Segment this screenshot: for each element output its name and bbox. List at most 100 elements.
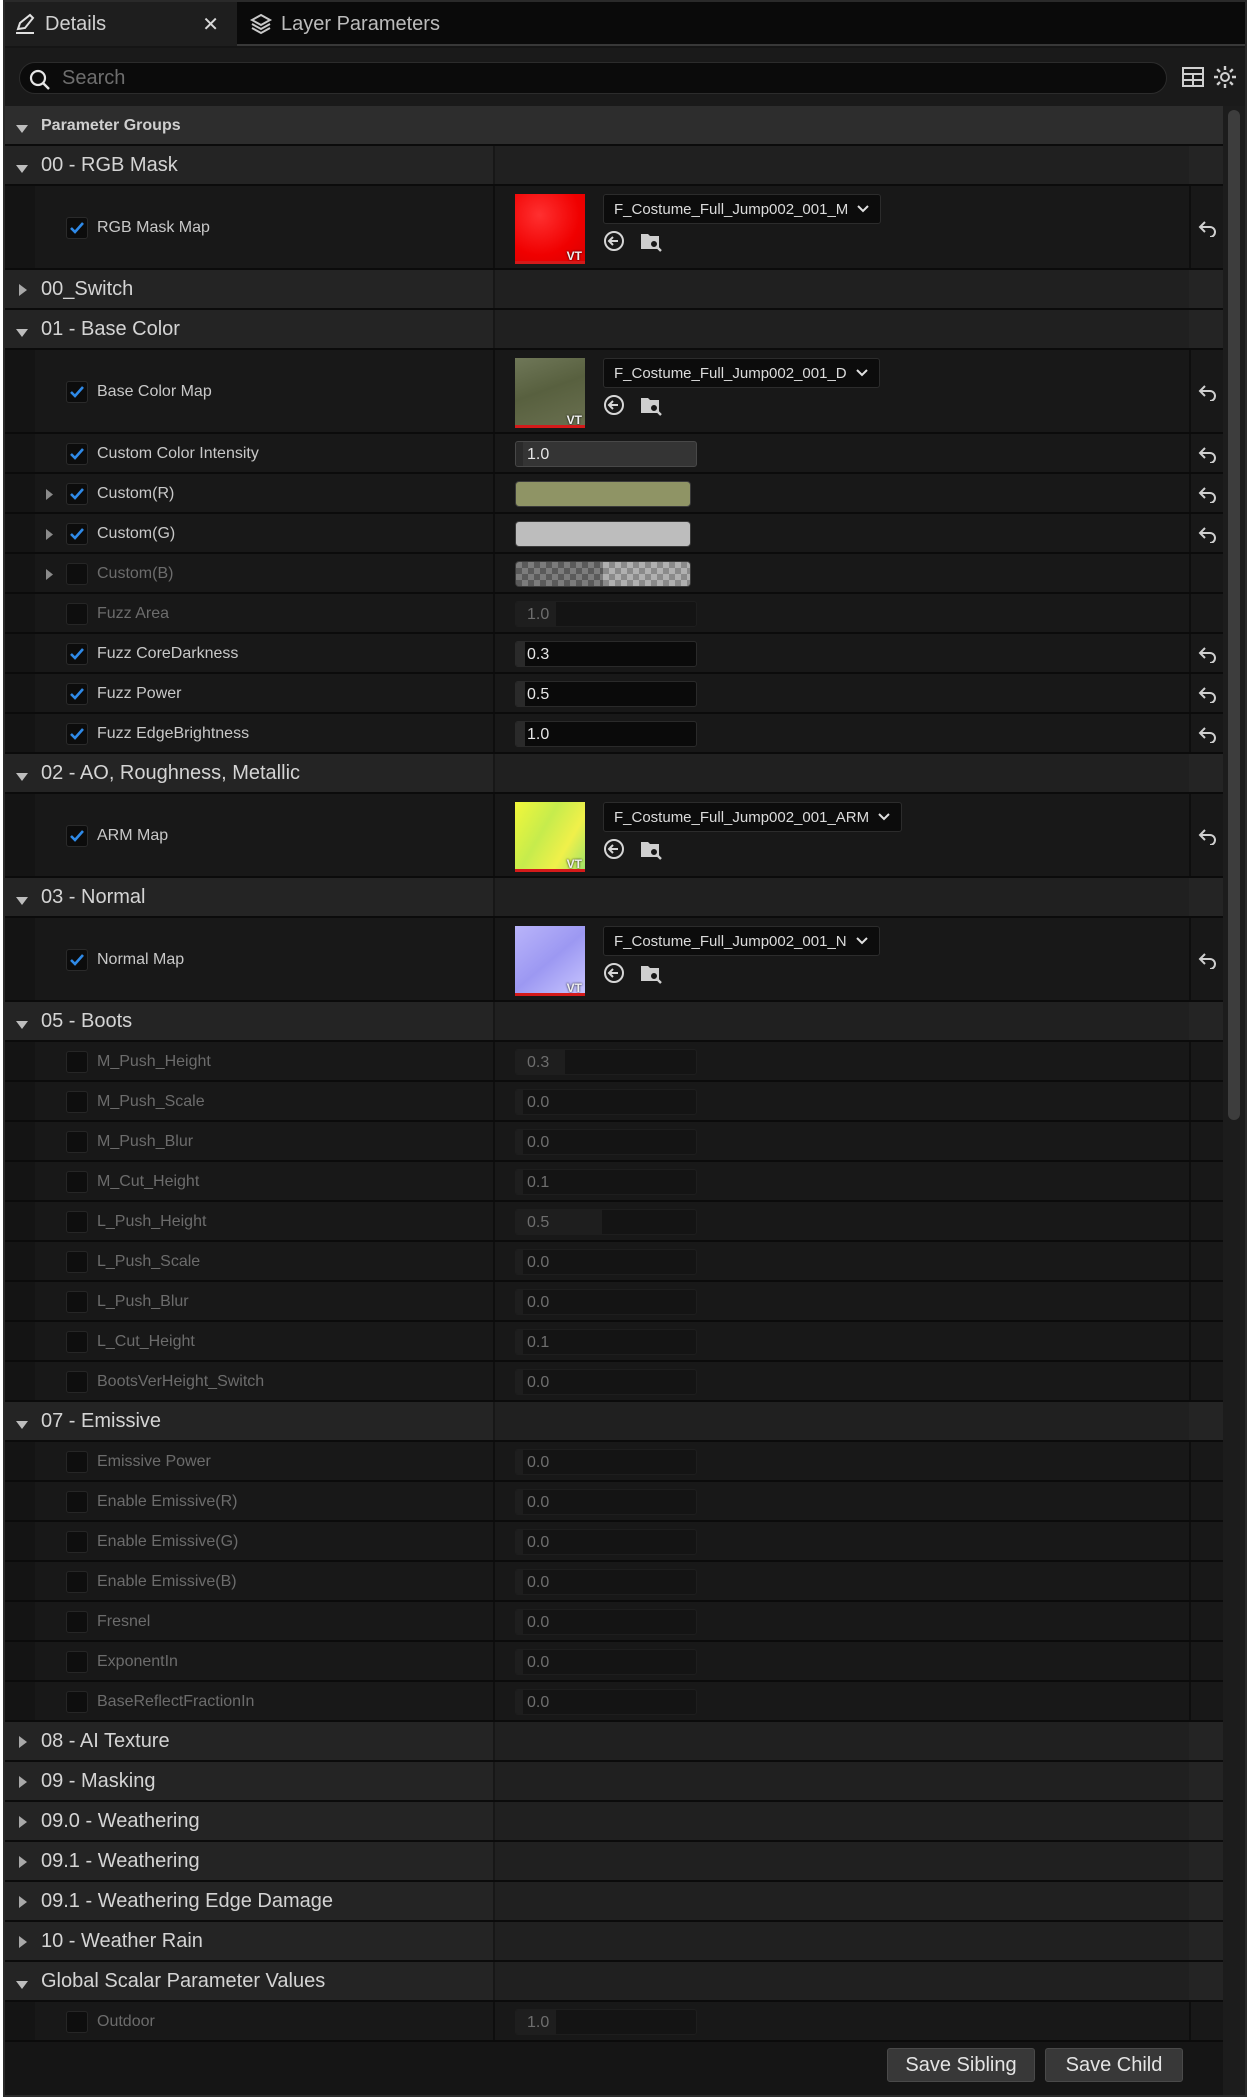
expand-arrow-icon[interactable] <box>18 1895 28 1914</box>
group-row[interactable]: 07 - Emissive <box>5 1402 1223 1442</box>
group-row[interactable]: 03 - Normal <box>5 878 1223 918</box>
scalar-value-box[interactable]: 0.3 <box>515 1049 697 1075</box>
override-checkbox[interactable] <box>66 1051 88 1073</box>
expand-arrow-icon[interactable] <box>45 488 54 506</box>
collapse-arrow-icon[interactable] <box>15 325 29 343</box>
override-checkbox[interactable] <box>66 381 88 403</box>
scalar-value-box[interactable]: 0.0 <box>515 1689 697 1715</box>
scalar-value-box[interactable]: 1.0 <box>515 441 697 467</box>
group-row[interactable]: 09 - Masking <box>5 1762 1223 1802</box>
scalar-value-box[interactable]: 0.0 <box>515 1489 697 1515</box>
expand-arrow-icon[interactable] <box>18 1815 28 1834</box>
override-checkbox[interactable] <box>66 2011 88 2033</box>
scrollbar-thumb[interactable] <box>1228 110 1240 1120</box>
override-checkbox[interactable] <box>66 1171 88 1193</box>
override-checkbox[interactable] <box>66 1091 88 1113</box>
group-row[interactable]: 00 - RGB Mask <box>5 146 1223 186</box>
browse-asset-icon[interactable] <box>639 230 663 257</box>
search-box[interactable] <box>19 62 1167 94</box>
group-row[interactable]: 10 - Weather Rain <box>5 1922 1223 1962</box>
asset-picker[interactable]: F_Costume_Full_Jump002_001_D <box>603 358 880 388</box>
group-row[interactable]: 01 - Base Color <box>5 310 1223 350</box>
scalar-value-box[interactable]: 0.3 <box>515 641 697 667</box>
close-icon[interactable]: ✕ <box>202 12 219 37</box>
texture-thumbnail[interactable]: VT <box>515 358 585 428</box>
scalar-value-box[interactable]: 0.0 <box>515 1649 697 1675</box>
override-checkbox[interactable] <box>66 1251 88 1273</box>
override-checkbox[interactable] <box>66 1611 88 1633</box>
group-row[interactable]: 09.1 - Weathering <box>5 1842 1223 1882</box>
scalar-value-box[interactable]: 0.0 <box>515 1449 697 1475</box>
override-checkbox[interactable] <box>66 1691 88 1713</box>
color-swatch[interactable] <box>515 521 691 547</box>
scalar-value-box[interactable]: 0.0 <box>515 1369 697 1395</box>
expand-arrow-icon[interactable] <box>18 1935 28 1954</box>
group-row[interactable]: Global Scalar Parameter Values <box>5 1962 1223 2002</box>
scalar-value-box[interactable]: 0.0 <box>515 1289 697 1315</box>
expand-arrow-icon[interactable] <box>18 1735 28 1754</box>
override-checkbox[interactable] <box>66 217 88 239</box>
gear-icon[interactable] <box>1213 65 1237 94</box>
save-sibling-button[interactable]: Save Sibling <box>887 2048 1035 2082</box>
override-checkbox[interactable] <box>66 563 88 585</box>
table-view-icon[interactable] <box>1181 66 1205 93</box>
scalar-value-box[interactable]: 1.0 <box>515 601 697 627</box>
use-selected-asset-icon[interactable] <box>603 962 625 989</box>
reset-to-default-icon[interactable] <box>1197 827 1219 850</box>
scalar-value-box[interactable]: 0.0 <box>515 1529 697 1555</box>
reset-to-default-icon[interactable] <box>1197 685 1219 708</box>
group-row[interactable]: 00_Switch <box>5 270 1223 310</box>
override-checkbox[interactable] <box>66 723 88 745</box>
scalar-value-box[interactable]: 1.0 <box>515 721 697 747</box>
scalar-value-box[interactable]: 0.0 <box>515 1609 697 1635</box>
override-checkbox[interactable] <box>66 1371 88 1393</box>
scalar-value-box[interactable]: 0.1 <box>515 1329 697 1355</box>
search-input[interactable] <box>62 66 1152 90</box>
texture-thumbnail[interactable]: VT <box>515 802 585 872</box>
collapse-arrow-icon[interactable] <box>15 1977 29 1995</box>
group-row[interactable]: 05 - Boots <box>5 1002 1223 1042</box>
expand-arrow-icon[interactable] <box>18 1775 28 1794</box>
scalar-value-box[interactable]: 0.0 <box>515 1249 697 1275</box>
reset-to-default-icon[interactable] <box>1197 219 1219 242</box>
group-row[interactable]: 08 - AI Texture <box>5 1722 1223 1762</box>
tab-layer-parameters[interactable]: Layer Parameters <box>241 2 501 46</box>
override-checkbox[interactable] <box>66 1571 88 1593</box>
override-checkbox[interactable] <box>66 1131 88 1153</box>
tab-details[interactable]: Details ✕ <box>5 2 237 46</box>
scalar-value-box[interactable]: 0.5 <box>515 1209 697 1235</box>
scalar-value-box[interactable]: 0.5 <box>515 681 697 707</box>
color-swatch[interactable] <box>515 481 691 507</box>
asset-picker[interactable]: F_Costume_Full_Jump002_001_M <box>603 194 882 224</box>
override-checkbox[interactable] <box>66 523 88 545</box>
collapse-arrow-icon[interactable] <box>15 161 29 179</box>
group-row[interactable]: 09.1 - Weathering Edge Damage <box>5 1882 1223 1922</box>
override-checkbox[interactable] <box>66 1291 88 1313</box>
override-checkbox[interactable] <box>66 1651 88 1673</box>
use-selected-asset-icon[interactable] <box>603 230 625 257</box>
collapse-arrow-icon[interactable] <box>15 121 29 139</box>
save-child-button[interactable]: Save Child <box>1045 2048 1183 2082</box>
use-selected-asset-icon[interactable] <box>603 838 625 865</box>
asset-picker[interactable]: F_Costume_Full_Jump002_001_ARM <box>603 802 903 832</box>
override-checkbox[interactable] <box>66 483 88 505</box>
reset-to-default-icon[interactable] <box>1197 485 1219 508</box>
collapse-arrow-icon[interactable] <box>15 769 29 787</box>
texture-thumbnail[interactable]: VT <box>515 926 585 996</box>
expand-arrow-icon[interactable] <box>45 568 54 586</box>
collapse-arrow-icon[interactable] <box>15 893 29 911</box>
reset-to-default-icon[interactable] <box>1197 951 1219 974</box>
scalar-value-box[interactable]: 0.0 <box>515 1089 697 1115</box>
browse-asset-icon[interactable] <box>639 394 663 421</box>
reset-to-default-icon[interactable] <box>1197 725 1219 748</box>
scalar-value-box[interactable]: 0.0 <box>515 1129 697 1155</box>
override-checkbox[interactable] <box>66 1331 88 1353</box>
texture-thumbnail[interactable]: VT <box>515 194 585 264</box>
scalar-value-box[interactable]: 0.0 <box>515 1569 697 1595</box>
reset-to-default-icon[interactable] <box>1197 525 1219 548</box>
asset-picker[interactable]: F_Costume_Full_Jump002_001_N <box>603 926 880 956</box>
browse-asset-icon[interactable] <box>639 838 663 865</box>
collapse-arrow-icon[interactable] <box>15 1417 29 1435</box>
override-checkbox[interactable] <box>66 825 88 847</box>
group-row[interactable]: 02 - AO, Roughness, Metallic <box>5 754 1223 794</box>
